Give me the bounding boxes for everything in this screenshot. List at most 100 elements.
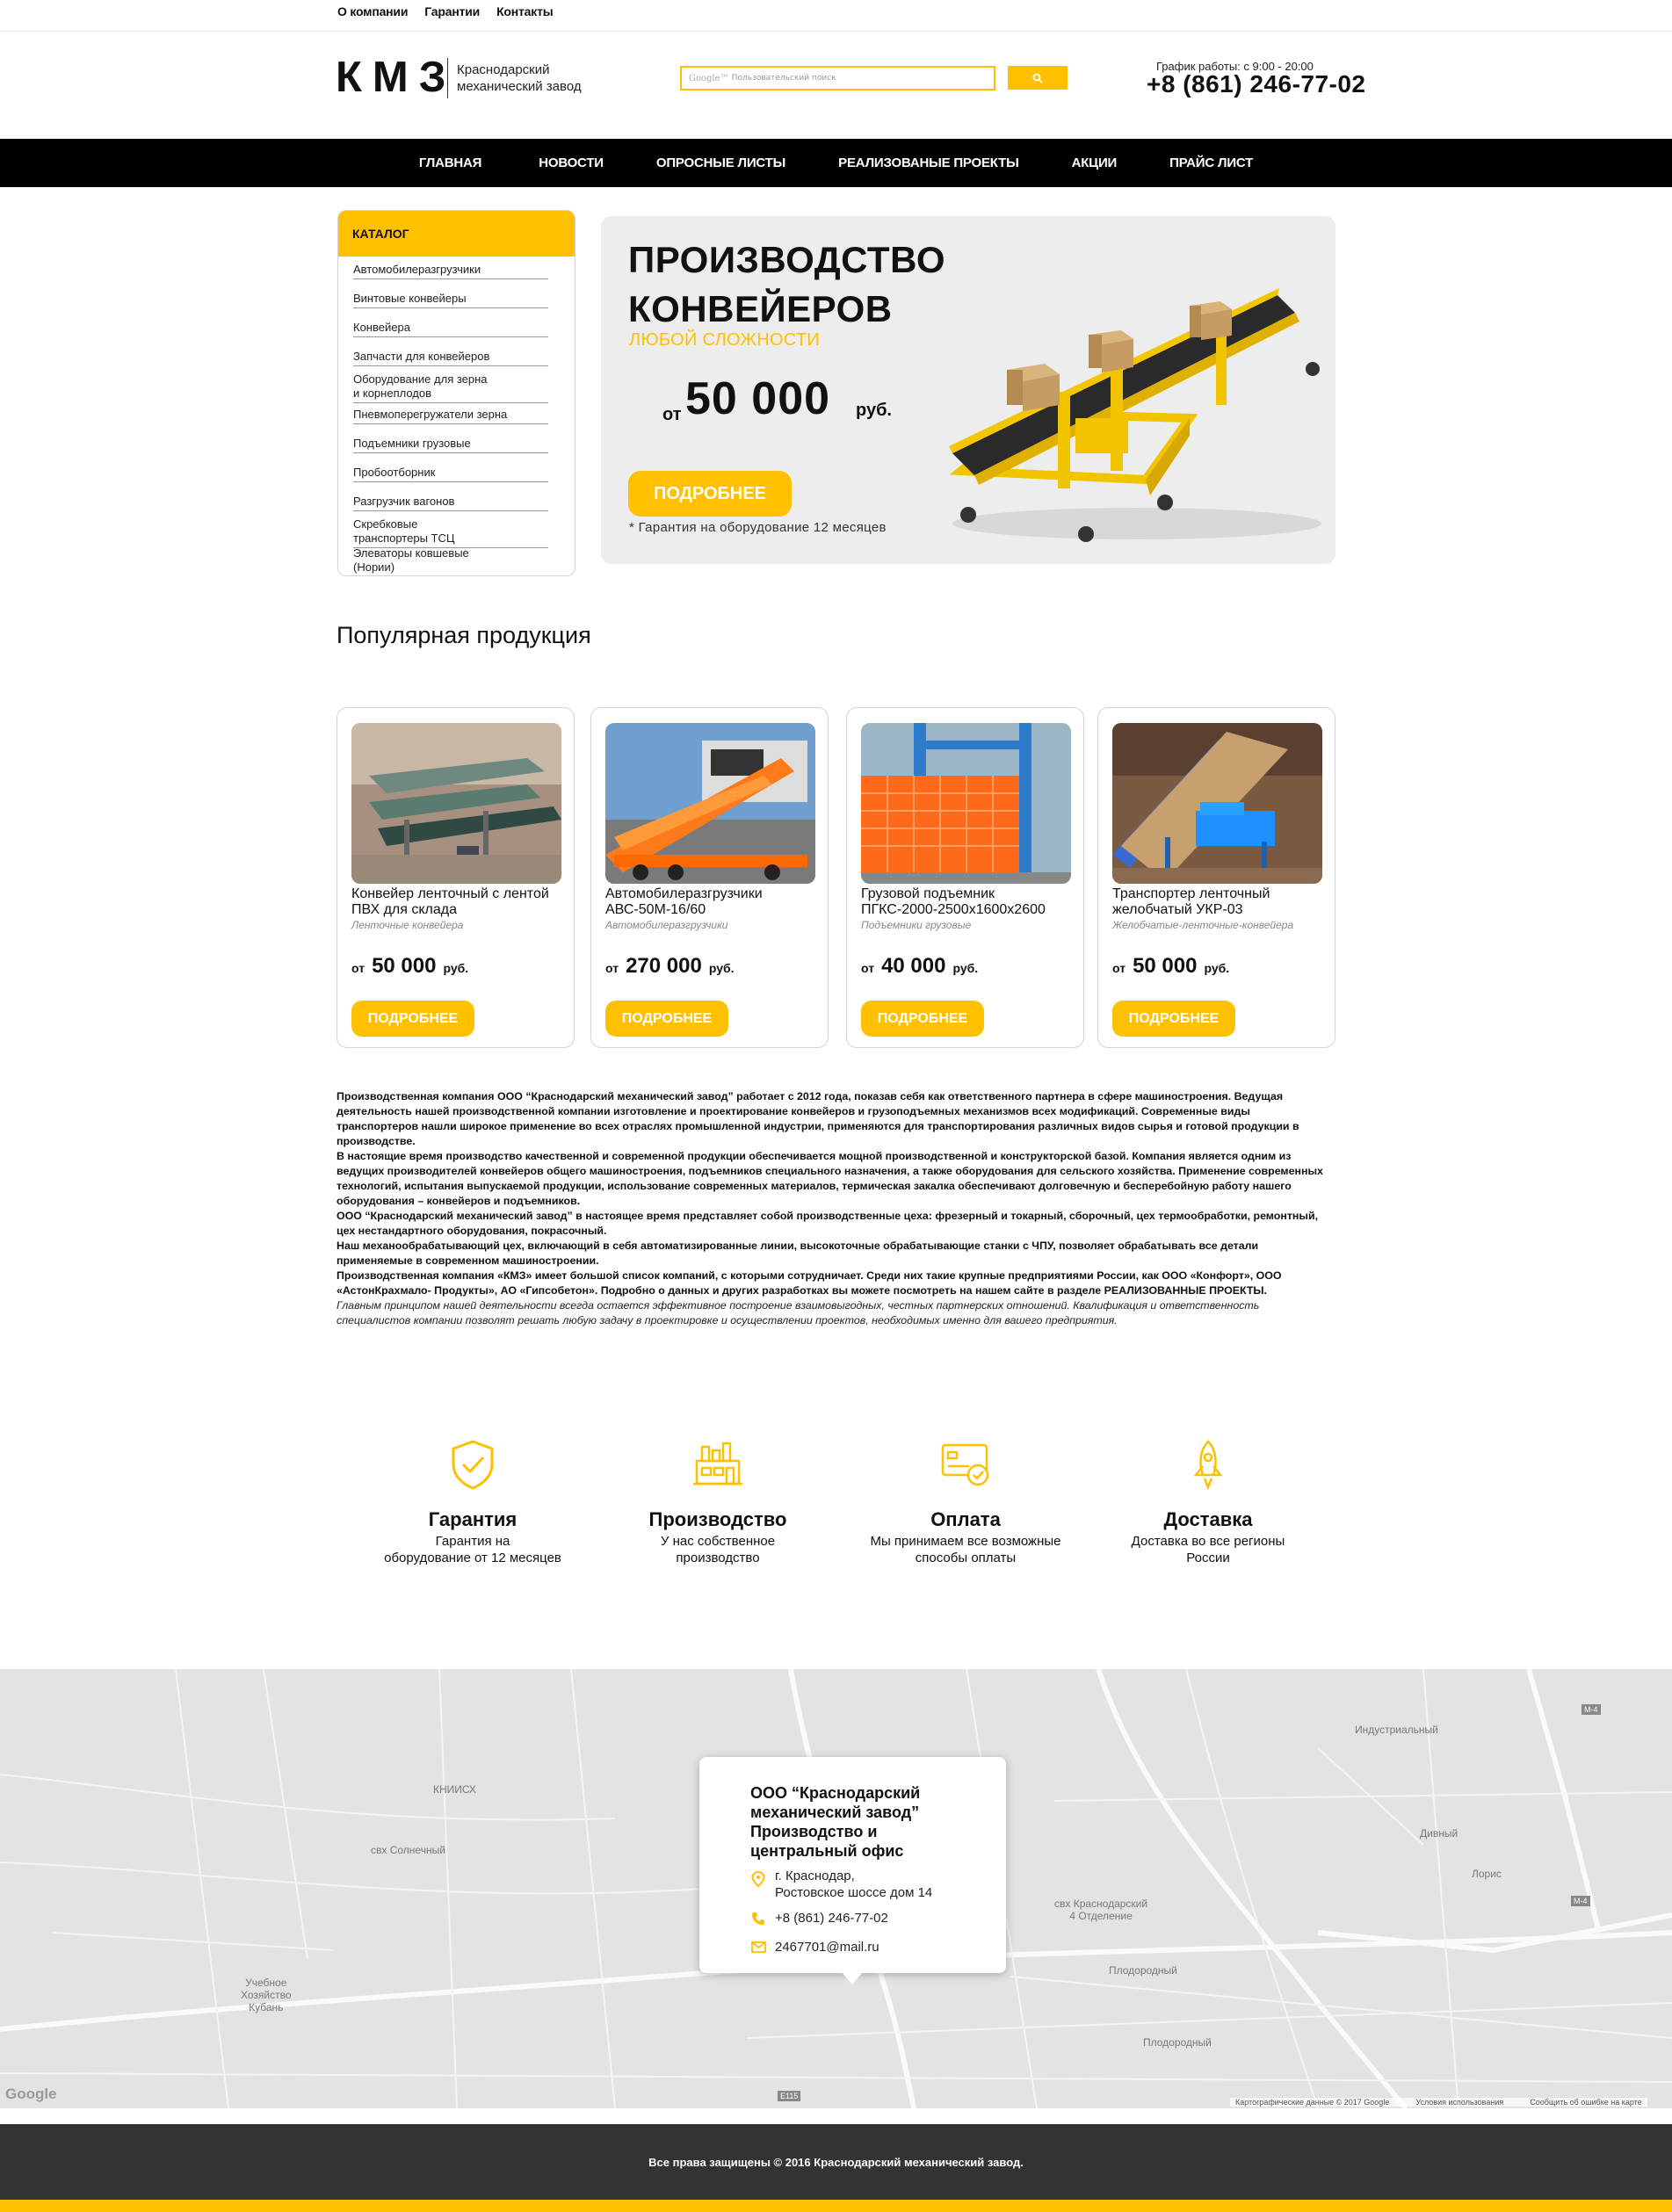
feature-desc-line: У нас собственное — [660, 1534, 776, 1549]
feature-desc-line: оборудование от 12 месяцев — [384, 1551, 561, 1565]
price-prefix: от — [1112, 961, 1126, 975]
price-prefix: от — [351, 961, 366, 975]
office-info-card: ООО “Краснодарский механический завод” П… — [699, 1757, 1006, 1984]
map-label: Плодородный — [1109, 1964, 1177, 1977]
map-label-line: Хозяйство — [241, 1989, 292, 2001]
search-placeholder: Пользовательский поиск — [731, 74, 836, 83]
product-more-button[interactable]: ПОДРОБНЕЕ — [1112, 1001, 1235, 1037]
hero-more-button[interactable]: ПОДРОБНЕЕ — [628, 471, 792, 517]
top-link-about[interactable]: О компании — [337, 4, 408, 18]
google-logo[interactable]: Google — [5, 2085, 57, 2103]
product-more-button[interactable]: ПОДРОБНЕЕ — [351, 1001, 474, 1037]
feature-title: Производство — [648, 1508, 787, 1530]
catalog-item[interactable]: Винтовые конвейеры — [353, 292, 548, 308]
product-more-button[interactable]: ПОДРОБНЕЕ — [605, 1001, 728, 1037]
nav-item-price-list[interactable]: ПРАЙС ЛИСТ — [1169, 155, 1253, 170]
nav-item-home[interactable]: ГЛАВНАЯ — [419, 155, 482, 170]
nav-item-questionnaires[interactable]: ОПРОСНЫЕ ЛИСТЫ — [656, 155, 785, 170]
product-category: Ленточные конвейера — [351, 919, 464, 931]
office-email[interactable]: 2467701@mail.ru — [775, 1939, 879, 1955]
price-currency: руб. — [1204, 961, 1230, 975]
product-category: Желобчатые-ленточные-конвейера — [1112, 919, 1294, 931]
office-phone[interactable]: +8 (861) 246-77-02 — [775, 1910, 888, 1926]
catalog-item[interactable]: Элеваторы ковшевые (Нории) — [353, 546, 548, 575]
top-link-guarantee[interactable]: Гарантии — [424, 4, 480, 18]
product-card[interactable]: Автомобилеразгрузчики АВС-50М-16/60 Авто… — [590, 707, 829, 1048]
about-text: Производственная компания ООО “Краснодар… — [337, 1089, 1335, 1328]
product-name[interactable]: Грузовой подъемник ПГКС-2000-2500х1600х2… — [861, 886, 1072, 918]
feature-payment: Оплата Мы принимаем все возможные способы… — [851, 1438, 1080, 1566]
office-title: ООО “Краснодарский механический завод” П… — [750, 1783, 920, 1861]
map-label: Учебное Хозяйство Кубань — [241, 1977, 292, 2013]
catalog-item[interactable]: Скребковые транспортеры ТСЦ — [353, 517, 548, 548]
catalog-title: КАТАЛОГ — [338, 211, 575, 257]
map-report-link[interactable]: Сообщить об ошибке на карте — [1530, 2098, 1641, 2107]
top-links: О компании Гарантии Контакты — [337, 0, 554, 23]
card-pointer — [842, 1972, 863, 1984]
search-input[interactable]: Google™ Пользовательский поиск — [680, 66, 995, 90]
office-title-line: центральный офис — [750, 1842, 904, 1860]
map-label: свх Солнечный — [371, 1844, 445, 1856]
product-name[interactable]: Автомобилеразгрузчики АВС-50М-16/60 — [605, 886, 816, 918]
logo[interactable]: КМЗ — [336, 53, 456, 102]
nav-item-promotions[interactable]: АКЦИИ — [1072, 155, 1118, 170]
hero-price: 50 000 — [685, 373, 831, 424]
payment-card-icon — [939, 1438, 992, 1491]
product-card[interactable]: Грузовой подъемник ПГКС-2000-2500х1600х2… — [846, 707, 1084, 1048]
catalog-item[interactable]: Автомобилеразгрузчики — [353, 263, 548, 279]
map-label: Индустриальный — [1355, 1724, 1438, 1736]
catalog-item[interactable]: Оборудование для зерна и корнеплодов — [353, 372, 548, 403]
search-button[interactable] — [1008, 66, 1068, 90]
catalog-item[interactable]: Пробоотборник — [353, 466, 548, 482]
price-currency: руб. — [708, 961, 735, 975]
map-label-line: свх Краснодарский — [1054, 1898, 1148, 1910]
catalog-item[interactable]: Разгрузчик вагонов — [353, 495, 548, 511]
hero-subtitle: ЛЮБОЙ СЛОЖНОСТИ — [629, 330, 821, 350]
price-currency: руб. — [443, 961, 469, 975]
product-price: от 50 000 руб. — [1112, 954, 1229, 979]
product-image — [605, 723, 815, 884]
price-prefix: от — [605, 961, 619, 975]
nav-item-news[interactable]: НОВОСТИ — [539, 155, 604, 170]
price-value: 50 000 — [1133, 954, 1198, 978]
mail-icon — [751, 1941, 766, 1953]
about-paragraph-italic: Главным принципом нашей деятельности все… — [337, 1299, 1260, 1326]
catalog-item[interactable]: Конвейера — [353, 321, 548, 337]
map-label-line: Учебное — [245, 1977, 287, 1989]
office-title-line: механический завод” — [750, 1804, 920, 1821]
rocket-icon — [1182, 1438, 1234, 1491]
logo-subtitle-line-1: Краснодарский — [457, 62, 550, 77]
product-price: от 270 000 руб. — [605, 954, 735, 979]
footer-copyright: Все права защищены © 2016 Краснодарский … — [648, 2155, 1024, 2169]
feature-desc: Мы принимаем все возможные способы оплаты — [851, 1533, 1080, 1566]
road-badge: Е115 — [778, 2091, 801, 2101]
catalog-sidebar: КАТАЛОГ Автомобилеразгрузчики Винтовые к… — [337, 210, 575, 576]
product-more-button[interactable]: ПОДРОБНЕЕ — [861, 1001, 984, 1037]
about-paragraph: Наш механообрабатывающий цех, включающий… — [337, 1240, 1259, 1267]
header-phone[interactable]: +8 (861) 246-77-02 — [1147, 70, 1366, 98]
product-name[interactable]: Конвейер ленточный с лентой ПВХ для скла… — [351, 886, 562, 918]
product-image — [861, 723, 1071, 884]
map-label: Дивный — [1420, 1827, 1458, 1840]
main-nav: ГЛАВНАЯ НОВОСТИ ОПРОСНЫЕ ЛИСТЫ РЕАЛИЗОВА… — [0, 139, 1672, 187]
map-terms-link[interactable]: Условия использования — [1415, 2098, 1503, 2107]
feature-desc-line: Мы принимаем все возможные — [870, 1534, 1061, 1549]
hero-note: * Гарантия на оборудование 12 месяцев — [629, 520, 887, 535]
road-badge: М-4 — [1582, 1704, 1601, 1715]
top-link-contacts[interactable]: Контакты — [496, 4, 554, 18]
catalog-item[interactable]: Подъемники грузовые — [353, 437, 548, 453]
product-name[interactable]: Транспортер ленточный желобчатый УКР-03 — [1112, 886, 1323, 918]
search-icon — [1032, 73, 1043, 83]
logo-subtitle-line-2: механический завод — [457, 79, 582, 94]
about-paragraph: Производственная компания «КМЗ» имеет бо… — [337, 1269, 1282, 1297]
catalog-item[interactable]: Пневмоперегружатели зерна — [353, 408, 548, 424]
catalog-item[interactable]: Запчасти для конвейеров — [353, 350, 548, 366]
product-card[interactable]: Транспортер ленточный желобчатый УКР-03 … — [1097, 707, 1335, 1048]
feature-desc: У нас собственное производство — [604, 1533, 832, 1566]
phone-icon — [752, 1912, 764, 1925]
nav-item-projects[interactable]: РЕАЛИЗОВАНЫЕ ПРОЕКТЫ — [838, 155, 1019, 170]
address-line: Ростовское шоссе дом 14 — [775, 1885, 933, 1900]
product-card[interactable]: Конвейер ленточный с лентой ПВХ для скла… — [337, 707, 575, 1048]
feature-desc-line: России — [1186, 1551, 1230, 1565]
product-image — [351, 723, 561, 884]
